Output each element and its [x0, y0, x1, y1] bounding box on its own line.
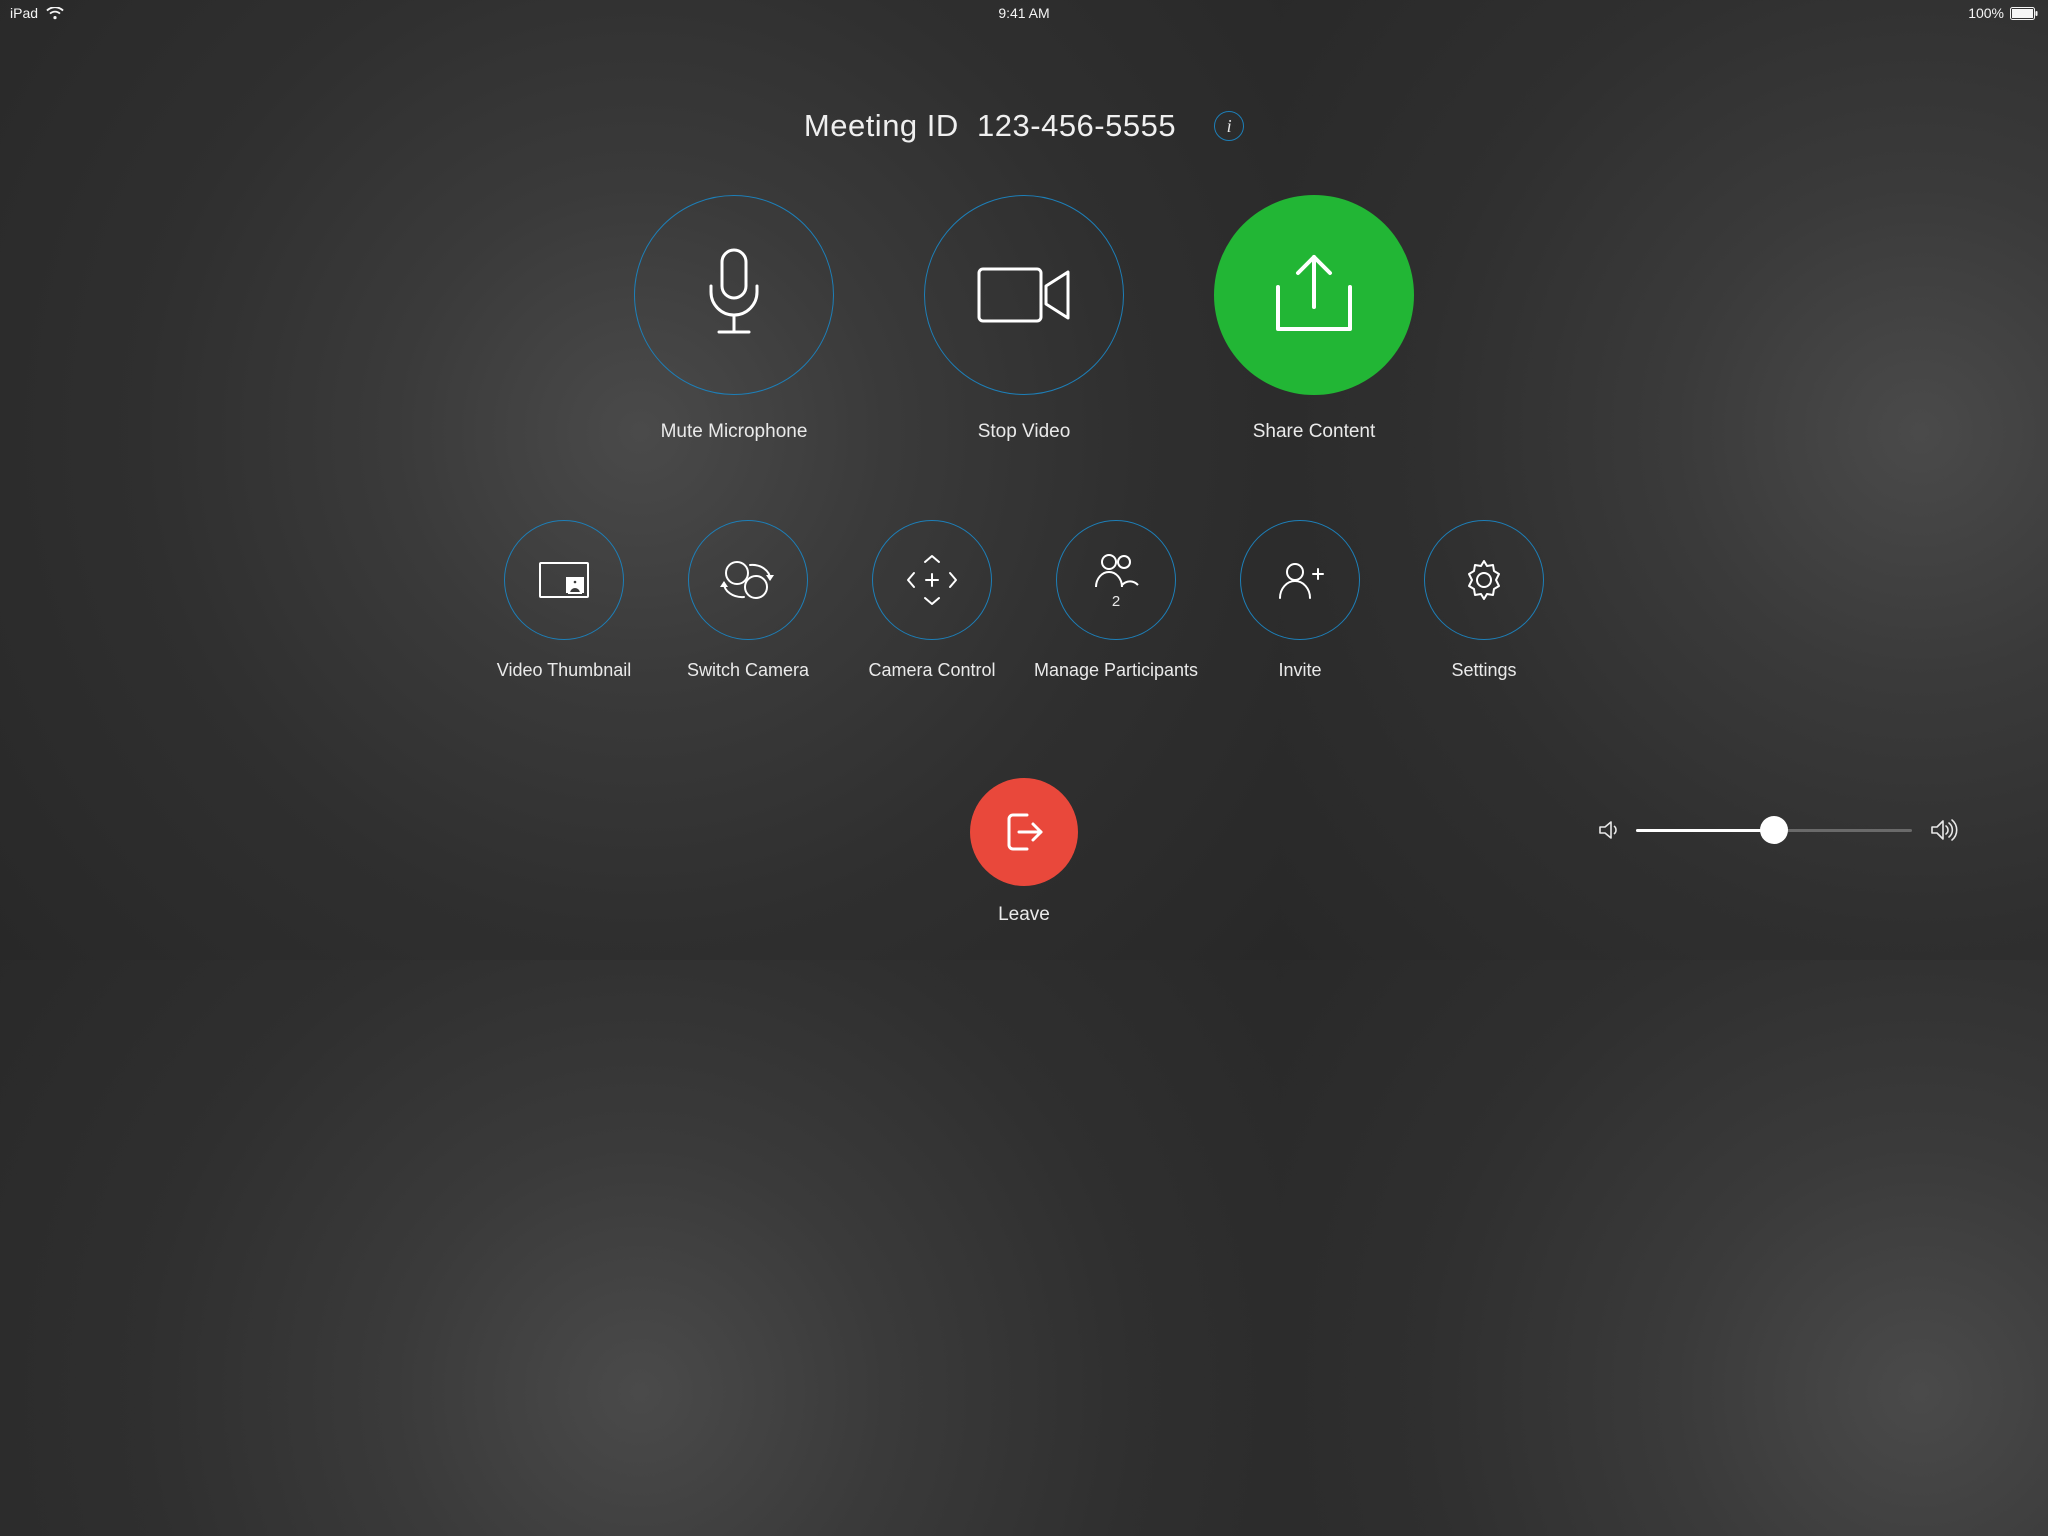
info-icon: i	[1227, 116, 1232, 137]
settings-button[interactable]	[1424, 520, 1544, 640]
manage-participants-button[interactable]: 2	[1056, 520, 1176, 640]
stop-video-label: Stop Video	[978, 421, 1071, 443]
manage-participants-label: Manage Participants	[1034, 660, 1198, 681]
battery-percent: 100%	[1968, 5, 2004, 21]
meeting-header: Meeting ID 123-456-5555 i	[0, 108, 2048, 144]
leave-button[interactable]	[970, 778, 1078, 886]
primary-controls: Mute Microphone Stop Video Share Conten	[0, 195, 2048, 443]
invite-icon	[1275, 560, 1325, 600]
volume-control	[1598, 818, 1958, 842]
gear-icon	[1461, 557, 1507, 603]
settings-label: Settings	[1451, 660, 1516, 681]
video-thumbnail-item: Video Thumbnail	[504, 520, 624, 681]
invite-label: Invite	[1278, 660, 1321, 681]
volume-low-icon	[1598, 819, 1618, 841]
microphone-icon	[699, 248, 769, 343]
camera-control-button[interactable]	[872, 520, 992, 640]
switch-camera-label: Switch Camera	[687, 660, 809, 681]
status-time: 9:41 AM	[210, 5, 1838, 21]
volume-slider-thumb[interactable]	[1760, 816, 1788, 844]
leave-item: Leave	[970, 778, 1078, 926]
share-content-label: Share Content	[1253, 421, 1376, 443]
switch-camera-item: Switch Camera	[688, 520, 808, 681]
participants-icon	[1091, 551, 1141, 589]
status-bar: iPad 9:41 AM 100%	[0, 0, 2048, 24]
camera-control-icon	[905, 553, 959, 607]
meeting-id-display: Meeting ID 123-456-5555	[804, 108, 1176, 144]
thumbnail-icon	[538, 561, 590, 599]
device-label: iPad	[10, 5, 38, 21]
meeting-info-button[interactable]: i	[1214, 111, 1244, 141]
settings-item: Settings	[1424, 520, 1544, 681]
share-content-item: Share Content	[1214, 195, 1414, 443]
stop-video-item: Stop Video	[924, 195, 1124, 443]
video-thumbnail-button[interactable]	[504, 520, 624, 640]
mute-microphone-item: Mute Microphone	[634, 195, 834, 443]
wifi-icon	[46, 7, 64, 20]
invite-item: Invite	[1240, 520, 1360, 681]
mute-microphone-button[interactable]	[634, 195, 834, 395]
share-content-button[interactable]	[1214, 195, 1414, 395]
camera-control-label: Camera Control	[868, 660, 995, 681]
status-right: 100%	[1838, 5, 2038, 21]
volume-slider-fill	[1636, 829, 1774, 832]
manage-participants-item: 2 Manage Participants	[1056, 520, 1176, 681]
video-camera-icon	[974, 264, 1074, 326]
leave-label: Leave	[998, 904, 1050, 926]
camera-control-item: Camera Control	[872, 520, 992, 681]
switch-camera-button[interactable]	[688, 520, 808, 640]
secondary-controls: Video Thumbnail Switch Camera	[0, 520, 2048, 681]
meeting-id-value: 123-456-5555	[977, 108, 1176, 143]
volume-high-icon	[1930, 818, 1958, 842]
battery-icon	[2010, 7, 2038, 20]
volume-slider[interactable]	[1636, 829, 1912, 832]
meeting-id-label: Meeting ID	[804, 108, 959, 143]
leave-icon	[999, 807, 1049, 857]
status-left: iPad	[10, 5, 210, 21]
stop-video-button[interactable]	[924, 195, 1124, 395]
mute-microphone-label: Mute Microphone	[661, 421, 808, 443]
share-icon	[1268, 251, 1360, 339]
participants-count: 2	[1112, 593, 1120, 610]
invite-button[interactable]	[1240, 520, 1360, 640]
video-thumbnail-label: Video Thumbnail	[497, 660, 631, 681]
switch-camera-icon	[720, 557, 776, 603]
